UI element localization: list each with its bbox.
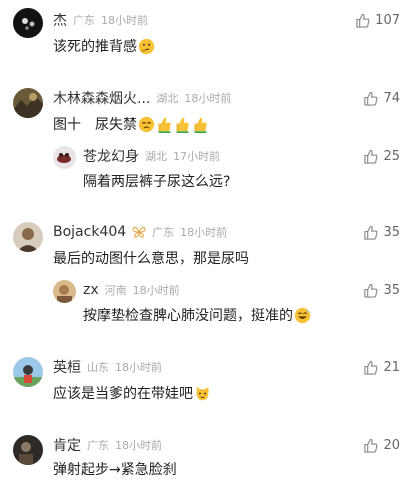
reply-avatar[interactable] [53, 146, 76, 169]
thumbs-up-emoji-icon [174, 116, 191, 133]
comment-text: 该死的推背感 [53, 36, 155, 56]
thumbs-up-icon [364, 283, 378, 298]
unamused-emoji-icon [138, 116, 155, 133]
reply-text: 按摩垫检查脾心肺没问题，挺准的 [83, 305, 311, 325]
comment-body: 应该是当爹的在带娃吧 [53, 386, 193, 402]
avatar[interactable] [13, 357, 43, 387]
thumbs-up-emoji-icon [156, 116, 173, 133]
like-count: 35 [383, 224, 400, 240]
reply-avatar[interactable] [53, 280, 76, 303]
comment-body: 图十 尿失禁 [53, 117, 137, 133]
reply-username[interactable]: zx [83, 282, 99, 298]
reply-body: 按摩垫检查脾心肺没问题，挺准的 [83, 308, 293, 324]
thumbs-up-icon [364, 91, 378, 106]
reply-text: 隔着两层裤子尿这么远? [83, 171, 230, 191]
avatar[interactable] [13, 8, 43, 38]
like-button[interactable]: 20 [363, 435, 400, 455]
username[interactable]: Bojack404 [53, 224, 126, 240]
like-count: 35 [383, 282, 400, 298]
username[interactable]: 肯定 [53, 435, 81, 455]
like-button[interactable]: 35 [363, 222, 400, 242]
location: 山东 [87, 361, 109, 374]
thumbs-up-emoji-icon [192, 116, 209, 133]
like-button[interactable]: 74 [363, 88, 400, 108]
like-button[interactable]: 25 [363, 146, 400, 166]
like-count: 74 [383, 90, 400, 106]
avatar[interactable] [13, 88, 43, 118]
comment-text: 弹射起步→紧急脸刹 [53, 459, 177, 479]
avatar[interactable] [13, 222, 43, 252]
timestamp: 18小时前 [115, 361, 162, 374]
thinking-emoji-icon [138, 38, 155, 55]
timestamp: 18小时前 [115, 439, 162, 452]
reply-body: 隔着两层裤子尿这么远? [83, 174, 231, 190]
cat-face-emoji-icon [194, 385, 211, 402]
location: 广东 [152, 226, 175, 239]
location: 广东 [87, 439, 109, 452]
timestamp: 18小时前 [180, 226, 228, 239]
comment-body: 该死的推背感 [53, 39, 137, 55]
thumbs-up-icon [364, 149, 378, 164]
thumbs-up-icon [364, 438, 378, 453]
location: 河南 [104, 284, 127, 297]
username[interactable]: 杰 [53, 10, 67, 30]
like-count: 107 [375, 12, 400, 28]
avatar[interactable] [13, 435, 43, 465]
comment-text: 图十 尿失禁 [53, 114, 209, 134]
location: 广东 [73, 14, 95, 27]
butterfly-badge-icon [132, 226, 146, 238]
comment-text: 最后的动图什么意思，那是尿吗 [53, 248, 249, 268]
username[interactable]: 英桓 [53, 357, 81, 377]
timestamp: 17小时前 [173, 150, 220, 163]
reply-username[interactable]: 苍龙幻身 [83, 146, 139, 166]
timestamp: 18小时前 [101, 14, 148, 27]
comment-body: 最后的动图什么意思，那是尿吗 [53, 251, 249, 267]
comment-text: 应该是当爹的在带娃吧 [53, 383, 211, 403]
thumbs-up-icon [364, 360, 378, 375]
timestamp: 18小时前 [132, 284, 180, 297]
thumbs-up-icon [356, 13, 370, 28]
username[interactable]: 木林森森烟火... [53, 88, 150, 108]
location: 湖北 [145, 150, 167, 163]
like-count: 25 [383, 148, 400, 164]
like-count: 20 [383, 437, 400, 453]
grinning-sweat-emoji-icon [294, 307, 311, 324]
like-button[interactable]: 35 [363, 280, 400, 300]
timestamp: 18小时前 [184, 92, 232, 105]
like-count: 21 [383, 359, 400, 375]
comment-body: 弹射起步→紧急脸刹 [53, 462, 177, 478]
location: 湖北 [156, 92, 179, 105]
like-button[interactable]: 107 [355, 10, 400, 30]
thumbs-up-icon [364, 225, 378, 240]
like-button[interactable]: 21 [363, 357, 400, 377]
